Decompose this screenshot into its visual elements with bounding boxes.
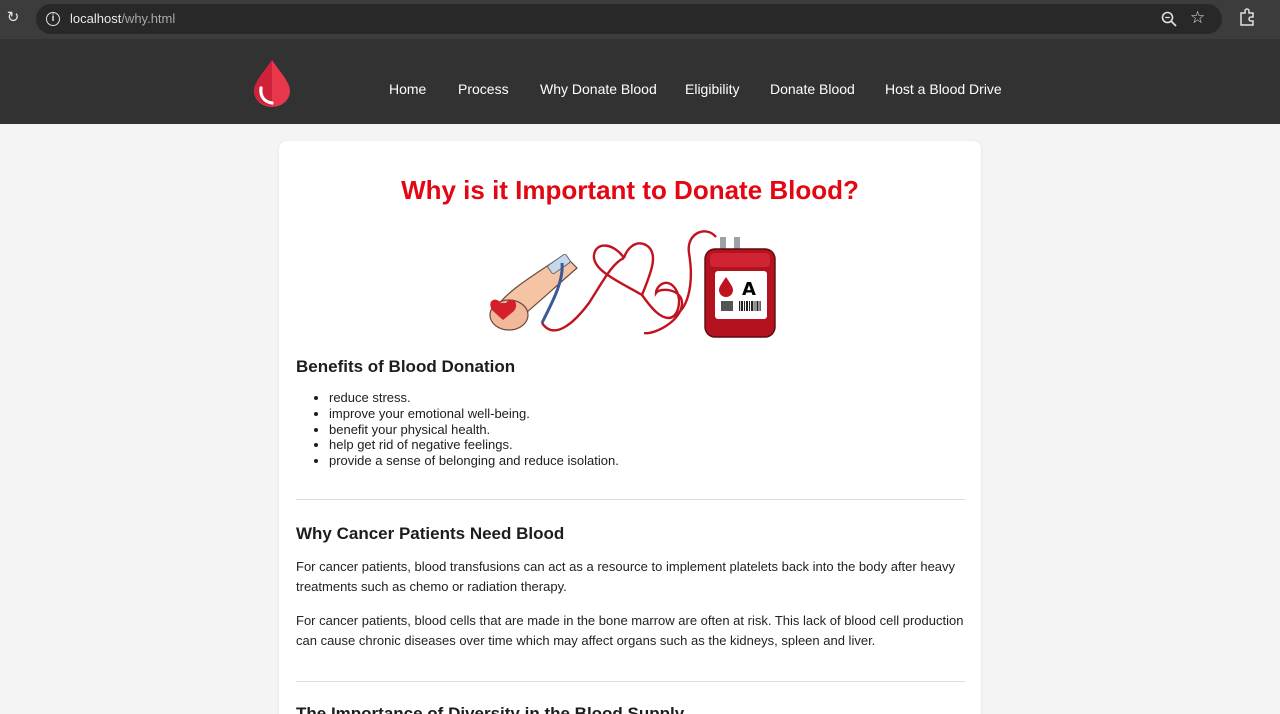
url-path: /why.html <box>121 11 176 26</box>
url-text[interactable]: localhost/why.html <box>70 11 175 26</box>
nav-host-blood-drive[interactable]: Host a Blood Drive <box>885 81 1002 97</box>
main-nav: Home Process Why Donate Blood Eligibilit… <box>0 81 1280 101</box>
list-item: provide a sense of belonging and reduce … <box>329 453 619 469</box>
benefits-list: reduce stress. improve your emotional we… <box>329 390 619 469</box>
url-host: localhost <box>70 11 122 26</box>
nav-home[interactable]: Home <box>389 81 426 97</box>
reload-icon[interactable]: ↻ <box>4 8 22 28</box>
cancer-paragraph-1: For cancer patients, blood transfusions … <box>296 559 956 594</box>
benefits-heading: Benefits of Blood Donation <box>296 357 516 376</box>
list-item: reduce stress. <box>329 390 619 406</box>
info-icon[interactable]: i <box>46 12 60 26</box>
address-bar[interactable]: i localhost/why.html ☆ <box>36 4 1222 34</box>
extensions-icon[interactable] <box>1238 8 1256 26</box>
list-item: help get rid of negative feelings. <box>329 437 619 453</box>
section-divider <box>296 681 965 682</box>
cancer-paragraph-2: For cancer patients, blood cells that ar… <box>296 613 964 648</box>
star-icon[interactable]: ☆ <box>1190 8 1205 28</box>
list-item: improve your emotional well-being. <box>329 406 619 422</box>
nav-why-donate-blood[interactable]: Why Donate Blood <box>540 81 657 97</box>
browser-toolbar: ↻ i localhost/why.html ☆ <box>0 0 1280 39</box>
blood-donation-illustration: A <box>489 230 776 338</box>
blood-type-label: A <box>742 279 756 300</box>
site-header: Home Process Why Donate Blood Eligibilit… <box>0 39 1280 124</box>
list-item: benefit your physical health. <box>329 422 619 438</box>
diversity-heading: The Importance of Diversity in the Blood… <box>296 704 685 714</box>
nav-donate-blood[interactable]: Donate Blood <box>770 81 855 97</box>
page-title: Why is it Important to Donate Blood? <box>401 175 859 205</box>
zoom-icon[interactable] <box>1160 10 1178 28</box>
nav-eligibility[interactable]: Eligibility <box>685 81 739 97</box>
nav-process[interactable]: Process <box>458 81 509 97</box>
section-divider <box>296 499 965 500</box>
content-card: Why is it Important to Donate Blood? A B… <box>279 141 981 714</box>
cancer-heading: Why Cancer Patients Need Blood <box>296 524 565 543</box>
